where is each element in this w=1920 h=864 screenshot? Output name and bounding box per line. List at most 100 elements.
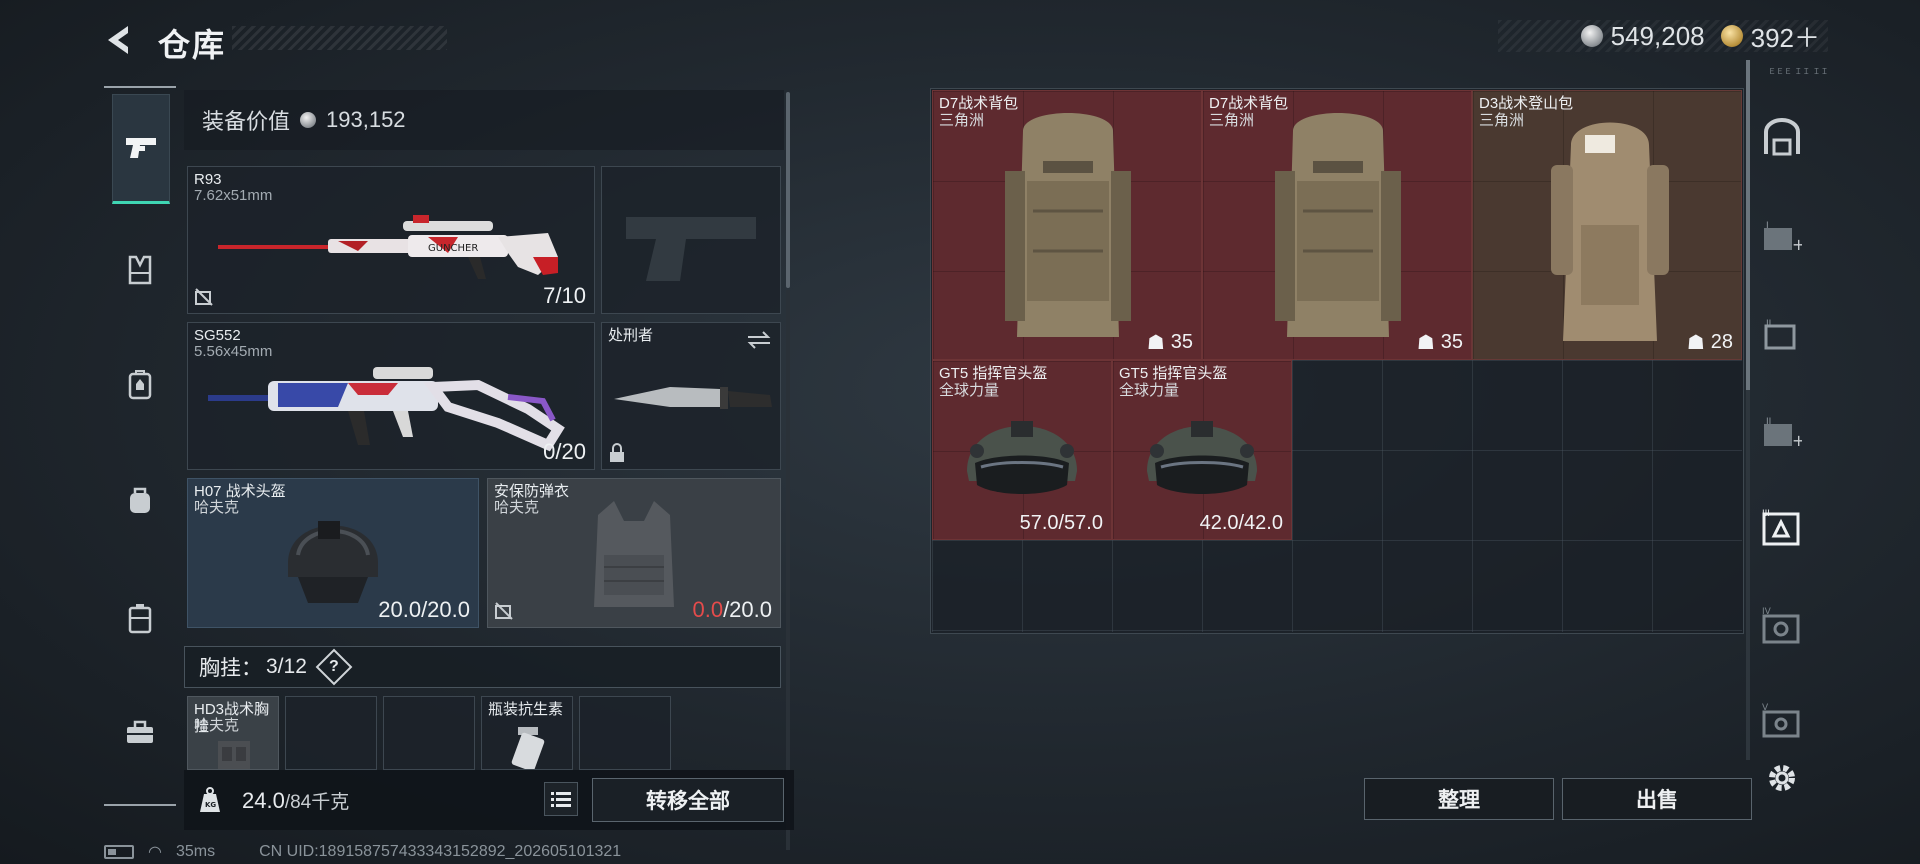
stash-tabs-scrollbar[interactable] (1746, 60, 1750, 390)
helmet-durability: 20.0/20.0 (378, 597, 470, 622)
silver-amount: 549,208 (1610, 20, 1705, 51)
item-capacity: ☗ 35 (1146, 331, 1193, 354)
melee-slot[interactable]: 处刑者 (601, 322, 781, 470)
nav-vest[interactable] (112, 242, 168, 298)
back-button[interactable] (100, 20, 140, 60)
chest-rig-image (218, 741, 250, 769)
sort-button[interactable]: 整理 (1364, 778, 1554, 820)
stash-item[interactable]: D7战术背包 三角洲 ☗ 35 (1202, 90, 1472, 360)
stash-tab-ii[interactable]: II (1760, 312, 1804, 356)
secondary-weapon-slot[interactable]: SG552 5.56x45mm 0/20 (187, 322, 595, 470)
svg-text:IV: IV (1762, 607, 1772, 617)
antibiotic-bottle-image (511, 727, 545, 769)
melee-name: 处刑者 (608, 327, 654, 344)
svg-text:III: III (1762, 509, 1770, 519)
rig-pocket-slot[interactable] (383, 696, 475, 770)
chest-rig-header: 胸挂： 3/12 ? (184, 646, 781, 688)
nav-toolbox[interactable] (112, 704, 168, 760)
help-icon[interactable]: ? (315, 648, 353, 686)
stash-item[interactable]: D7战术背包 三角洲 ☗ 35 (932, 90, 1202, 360)
nav-bag[interactable] (112, 472, 168, 528)
gold-amount: 392＋ (1750, 22, 1820, 53)
armor-durability-max: /20.0 (723, 597, 772, 622)
stash-tab-iii[interactable]: III (1760, 506, 1804, 550)
item-name: GT5 指挥官头盔 (1119, 365, 1228, 382)
sidearm-slot[interactable] (601, 166, 781, 314)
nav-case[interactable] (112, 590, 168, 646)
equipment-value-amount: 193,152 (326, 107, 406, 132)
transfer-all-button[interactable]: 转移全部 (592, 778, 784, 822)
settings-button[interactable] (1764, 760, 1800, 796)
carry-weight: 24.0/84千克 (242, 787, 349, 814)
body-armor-image (594, 501, 674, 607)
rig-pocket-slot[interactable] (579, 696, 671, 770)
stash-item[interactable]: GT5 指挥官头盔 全球力量 42.0/42.0 (1112, 360, 1292, 540)
rig-pocket-slot[interactable]: 瓶装抗生素 (481, 696, 573, 770)
backpack-icon (128, 370, 152, 400)
battery-icon (104, 845, 134, 859)
back-arrow-icon (108, 26, 128, 54)
nav-weapons[interactable] (112, 94, 170, 204)
knife-image (614, 387, 772, 409)
stash-item[interactable]: D3战术登山包 三角洲 ☗ 28 (1472, 90, 1742, 360)
armor-name: 安保防弹衣 (494, 483, 570, 500)
stash-tab-iv[interactable]: IV (1760, 604, 1804, 648)
nav-divider-bottom (104, 804, 176, 806)
stash-item[interactable]: GT5 指挥官头盔 全球力量 57.0/57.0 (932, 360, 1112, 540)
user-uid: CN UID:1891587574333431528​92_2026051013… (259, 843, 622, 860)
sell-button[interactable]: 出售 (1562, 778, 1752, 820)
silver-coin-icon (1580, 25, 1603, 47)
stash-tab-main[interactable] (1760, 116, 1804, 160)
stash-panel: D7战术背包 三角洲 ☗ 35 D7战术背包 三角洲 ☗ 35 D3战术登山包 … (930, 88, 1752, 828)
chest-rig-source: 哈夫克 (194, 717, 240, 734)
stash-tab-nav: + I II + II III IV V (1752, 96, 1812, 786)
stash-tab-v[interactable]: V (1760, 700, 1804, 744)
helmet-slot[interactable]: H07 战术头盔 哈夫克 20.0/20.0 (187, 478, 479, 628)
chest-rig-slot[interactable]: HD3战术胸挂 哈夫克 (187, 696, 279, 770)
left-category-nav (104, 86, 176, 806)
list-view-button[interactable] (544, 782, 578, 816)
armor-durability-current: 0.0 (692, 597, 724, 622)
rig-pocket-slot[interactable] (285, 696, 377, 770)
gold-coin-icon (1720, 25, 1743, 47)
assault-rifle-image (208, 367, 565, 452)
ammo-count: 0/20 (543, 439, 586, 464)
item-source: 三角洲 (939, 112, 985, 129)
pistol-icon (126, 138, 156, 158)
helmet-name: H07 战术头盔 (194, 483, 286, 500)
loadout-scrollbar[interactable] (786, 92, 790, 288)
item-source: 三角洲 (1479, 112, 1525, 129)
helmet-image (288, 521, 378, 603)
mountain-backpack-image (1551, 122, 1669, 341)
primary-weapon-slot[interactable]: R93 7.62x51mm GUNCHER 7/10 (187, 166, 595, 314)
currency-silver[interactable]: 549,208 (1580, 20, 1705, 52)
capacity-icon: ☗ (1416, 332, 1435, 354)
armor-slot[interactable]: 安保防弹衣 哈夫克 0.0/20.0 (487, 478, 781, 628)
item-capacity: ☗ 35 (1416, 331, 1463, 354)
swap-icon[interactable] (746, 331, 772, 349)
toolbox-icon (127, 720, 153, 743)
capacity-icon: ☗ (1146, 332, 1165, 354)
nav-backpack[interactable] (112, 356, 168, 412)
stash-tab-add-1[interactable]: + I (1760, 214, 1804, 258)
chest-rig-count: 3/12 (266, 655, 307, 678)
backpack-image (1005, 113, 1131, 337)
equipment-value: 装备价值 193,152 (184, 90, 784, 150)
stash-tab-add-2[interactable]: + II (1760, 410, 1804, 454)
helmet-source: 哈夫克 (194, 499, 240, 516)
currency-gold[interactable]: 392＋ (1720, 18, 1820, 55)
item-durability: 57.0/57.0 (1019, 512, 1103, 534)
vest-icon (128, 255, 152, 285)
svg-text:I: I (1766, 221, 1769, 231)
list-icon (551, 792, 571, 807)
item-durability: 42.0/42.0 (1199, 512, 1283, 534)
stash-ii-icon: II (1764, 319, 1796, 350)
case-icon (128, 604, 152, 634)
page-title: 仓库 (158, 27, 227, 63)
armor-durability: 0.0/20.0 (692, 597, 772, 623)
carry-weight-current: 24.0 (242, 787, 285, 813)
loadout-scroll-track[interactable] (786, 290, 790, 850)
weapon-name: SG552 (194, 327, 241, 344)
stash-v-icon: V (1762, 703, 1800, 738)
item-capacity: ☗ 28 (1686, 331, 1733, 354)
